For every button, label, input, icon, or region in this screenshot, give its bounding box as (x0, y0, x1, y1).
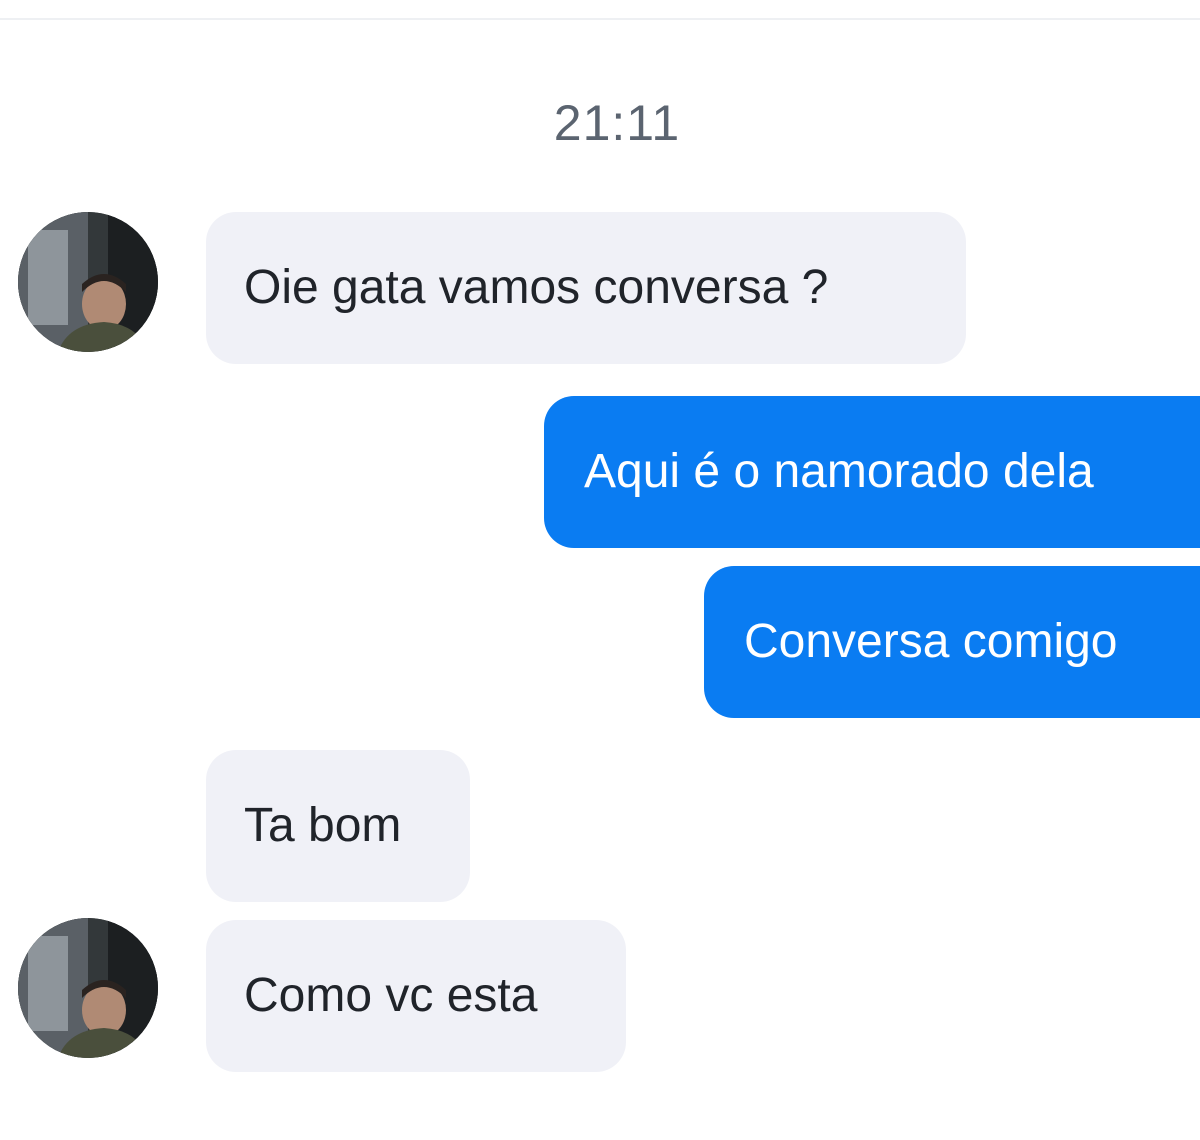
outgoing-message-bubble[interactable]: Conversa comigo (704, 566, 1200, 718)
contact-photo-icon (18, 918, 158, 1058)
contact-avatar[interactable] (18, 212, 158, 352)
contact-avatar[interactable] (18, 918, 158, 1058)
top-divider (0, 0, 1200, 20)
message-timestamp: 21:11 (553, 95, 681, 151)
message-text: Oie gata vamos conversa ? (244, 261, 829, 314)
message-text: Como vc esta (244, 969, 538, 1022)
message-text: Aqui é o namorado dela (584, 445, 1094, 498)
incoming-message-bubble[interactable]: Ta bom (206, 750, 470, 902)
message-text: Conversa comigo (744, 615, 1118, 668)
incoming-message-bubble[interactable]: Oie gata vamos conversa ? (206, 212, 966, 364)
incoming-message-bubble[interactable]: Como vc esta (206, 920, 626, 1072)
outgoing-message-bubble[interactable]: Aqui é o namorado dela (544, 396, 1200, 548)
contact-photo-icon (18, 212, 158, 352)
message-text: Ta bom (244, 799, 402, 852)
